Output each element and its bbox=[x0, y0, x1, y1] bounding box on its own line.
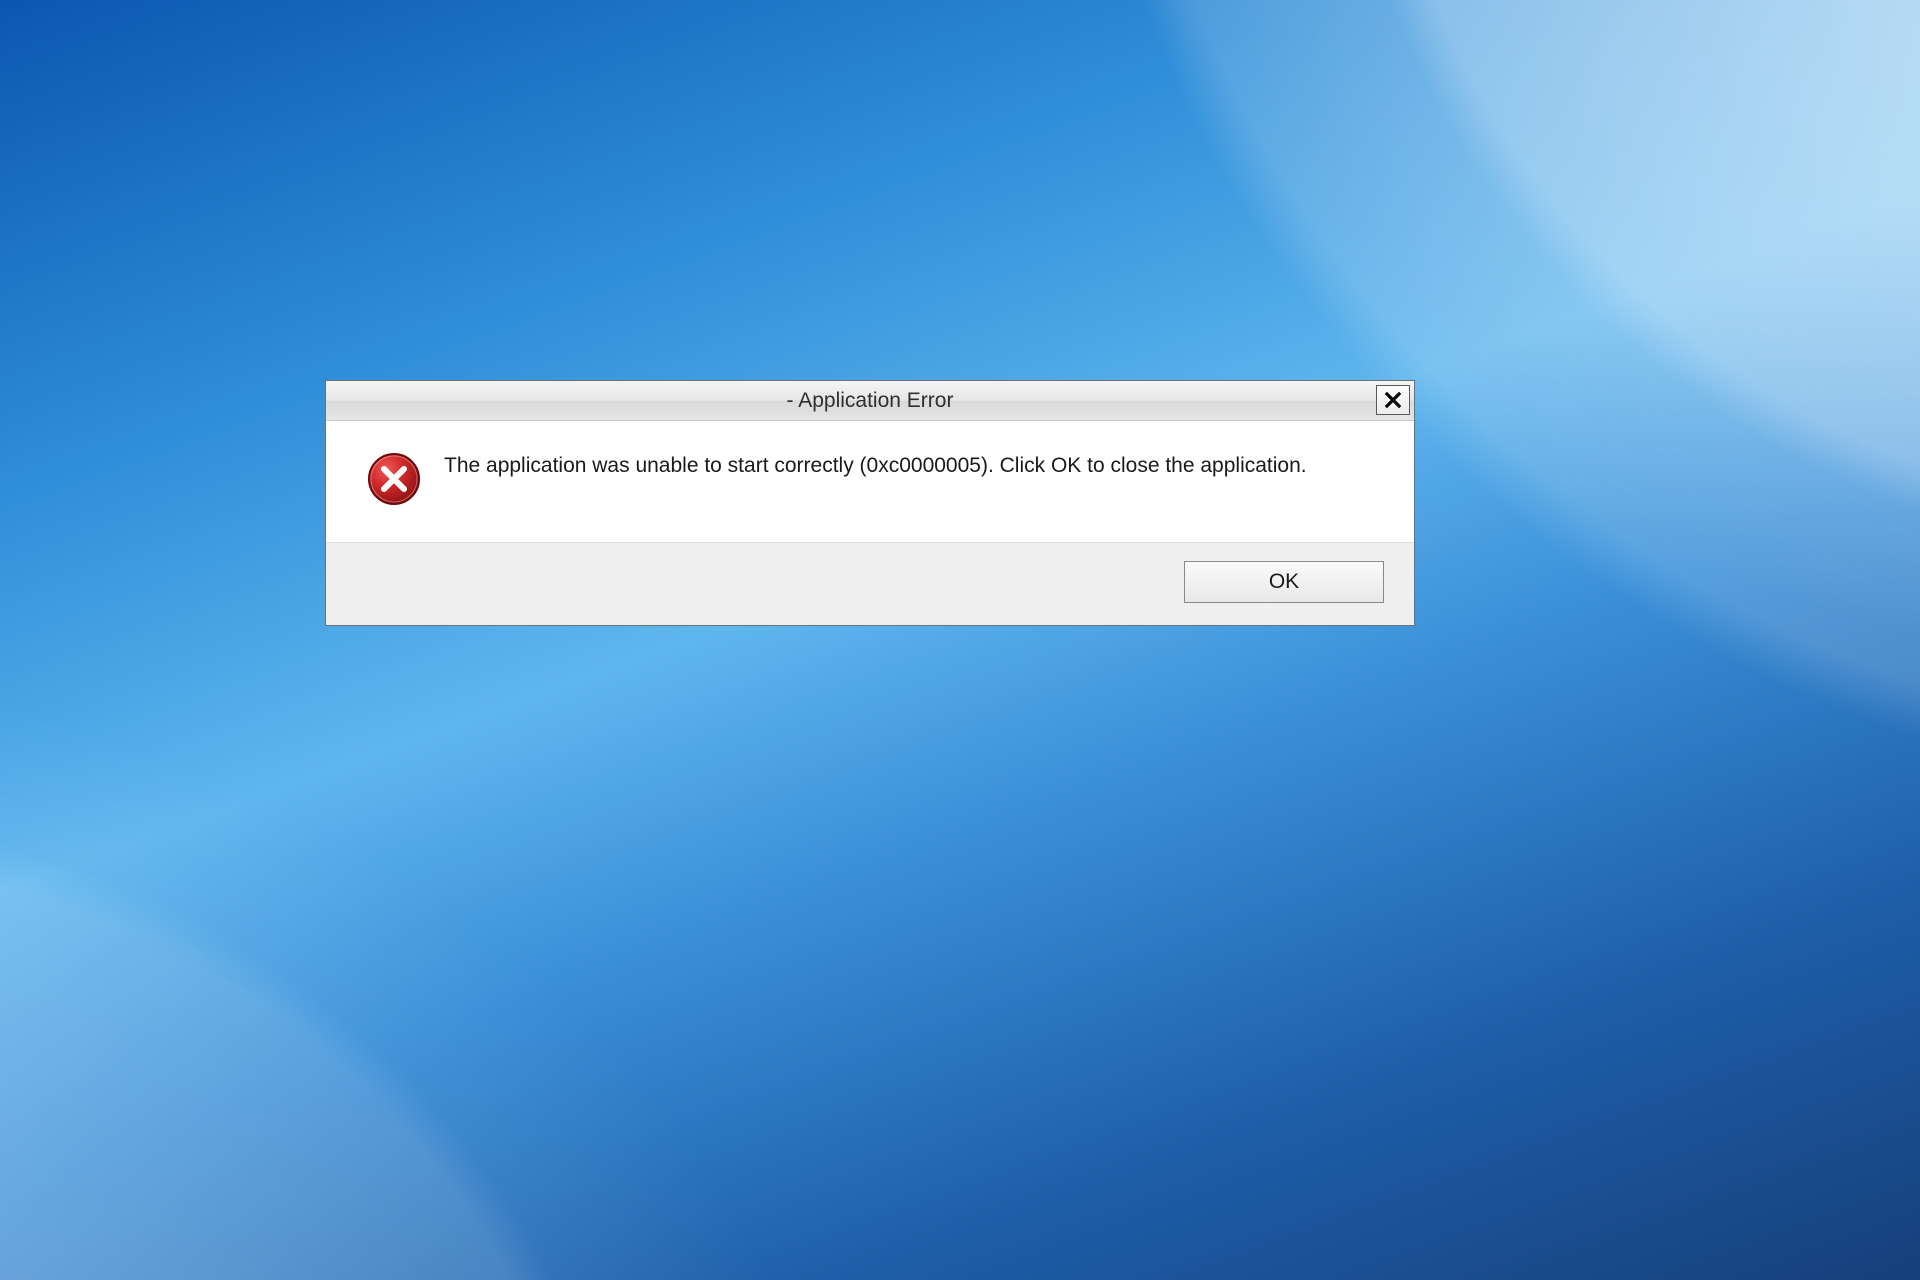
dialog-button-row: OK bbox=[326, 542, 1414, 625]
dialog-title: - Application Error bbox=[326, 389, 1414, 413]
error-circle-x-icon bbox=[366, 451, 422, 507]
dialog-content: The application was unable to start corr… bbox=[326, 421, 1414, 542]
dialog-titlebar[interactable]: - Application Error bbox=[326, 381, 1414, 421]
error-message: The application was unable to start corr… bbox=[444, 451, 1307, 481]
close-button[interactable] bbox=[1376, 385, 1410, 415]
error-dialog: - Application Error bbox=[325, 380, 1415, 626]
ok-button[interactable]: OK bbox=[1184, 561, 1384, 603]
close-icon bbox=[1384, 391, 1402, 409]
